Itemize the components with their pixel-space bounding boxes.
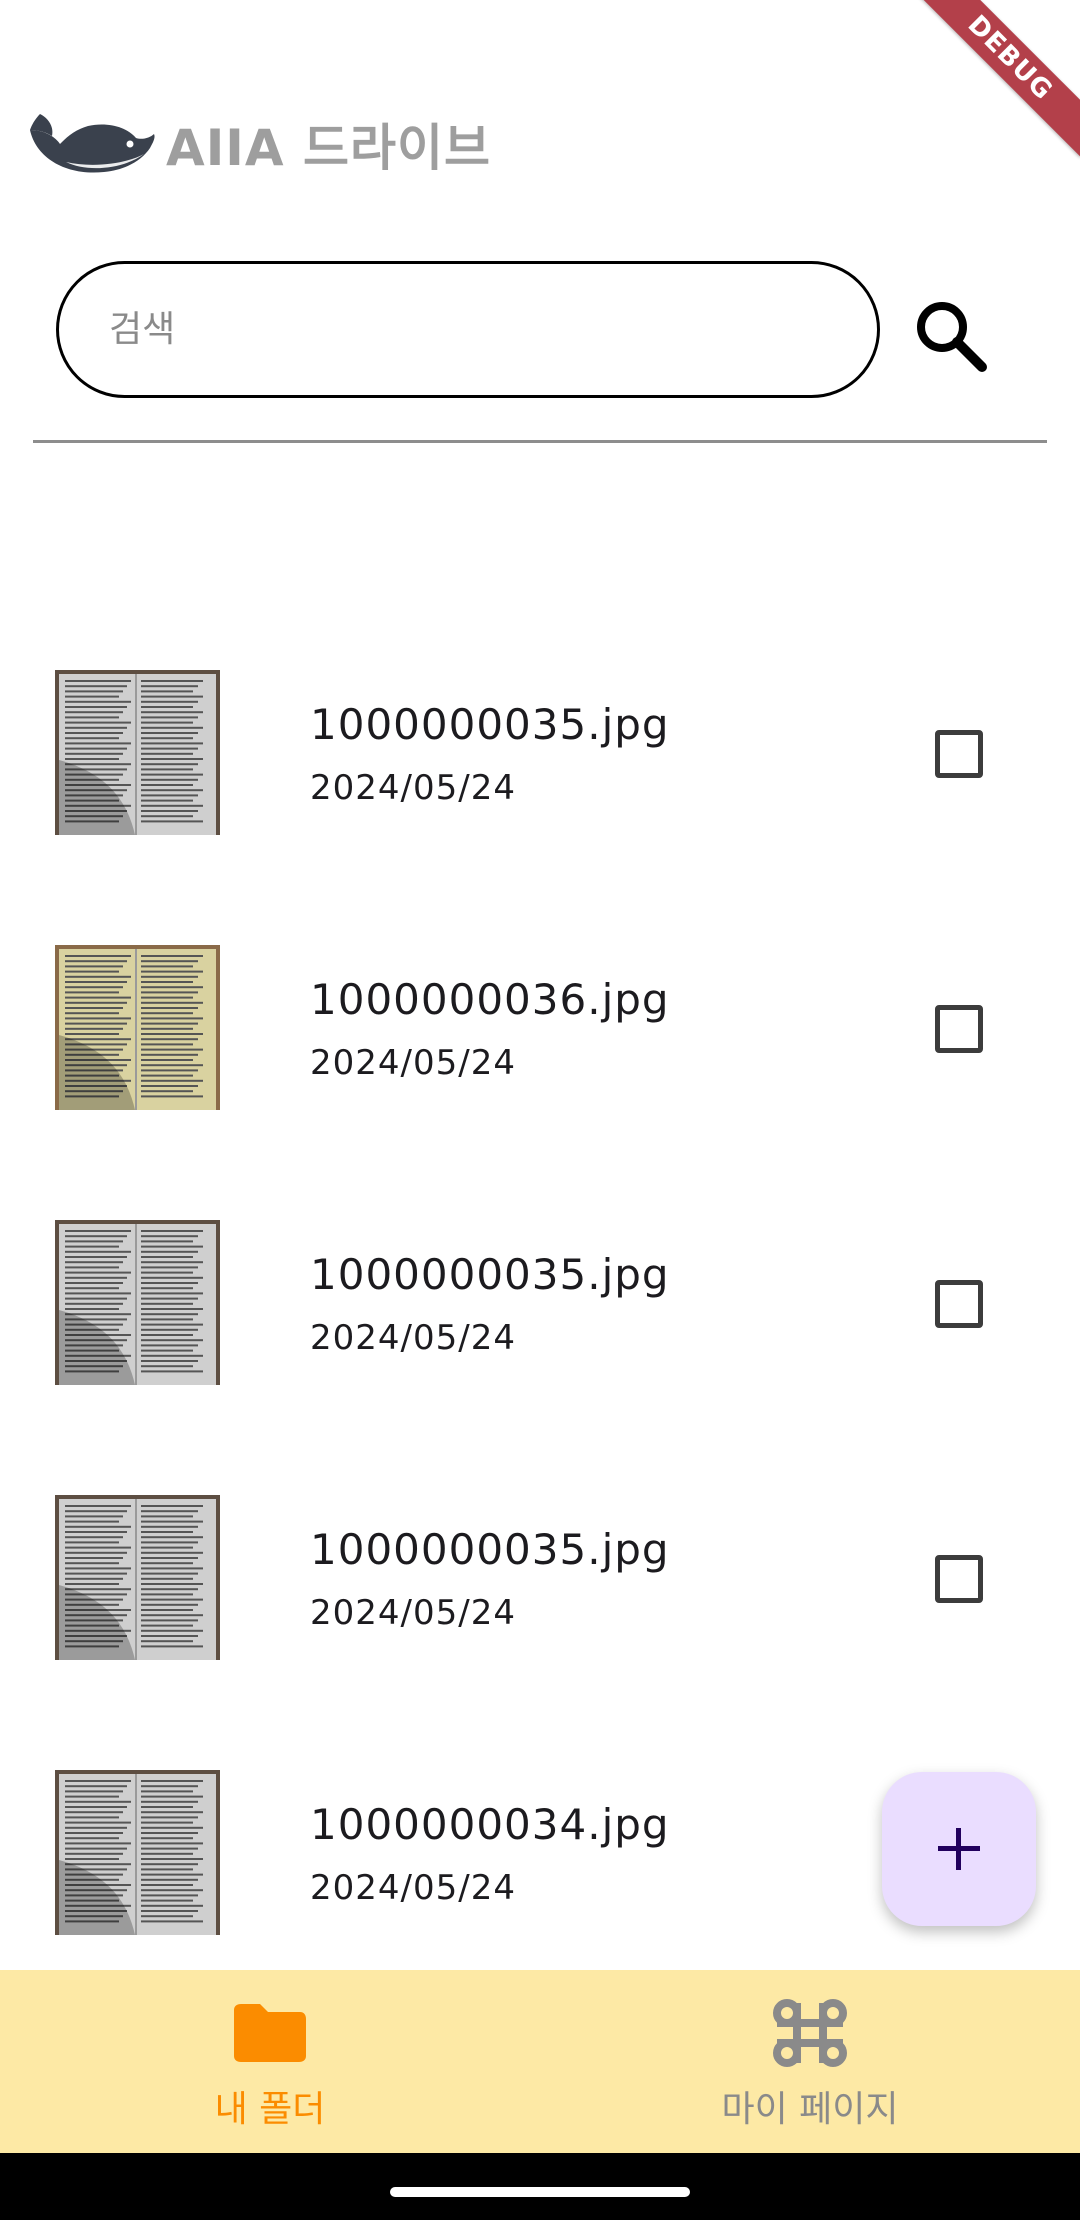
whale-logo-icon — [30, 114, 155, 173]
file-date: 2024/05/24 — [310, 768, 516, 808]
file-select-checkbox[interactable] — [935, 1555, 983, 1603]
debug-banner: DEBUG — [911, 0, 1080, 157]
file-name: 1000000035.jpg — [310, 700, 670, 749]
file-thumbnail — [55, 1220, 220, 1385]
app-header: AIIA 드라이브 — [26, 108, 491, 180]
bottom-navigation: 내 폴더 마이 페이지 — [0, 1970, 1080, 2153]
folder-icon — [230, 1998, 310, 2068]
file-name: 1000000034.jpg — [310, 1800, 670, 1849]
file-date: 2024/05/24 — [310, 1318, 516, 1358]
file-name: 1000000035.jpg — [310, 1525, 670, 1574]
file-thumbnail — [55, 945, 220, 1110]
file-select-checkbox[interactable] — [935, 1280, 983, 1328]
nav-label-my-folder: 내 폴더 — [214, 2089, 326, 2130]
home-indicator[interactable] — [390, 2187, 690, 2197]
search-input[interactable] — [56, 261, 880, 398]
file-thumbnail — [55, 1495, 220, 1660]
file-row[interactable]: 1000000035.jpg 2024/05/24 — [0, 1220, 1080, 1495]
app-title: AIIA 드라이브 — [166, 119, 492, 177]
search-button[interactable] — [900, 285, 1000, 385]
file-thumbnail — [55, 670, 220, 835]
file-row[interactable]: 1000000035.jpg 2024/05/24 — [0, 670, 1080, 945]
header-divider — [33, 440, 1047, 443]
file-name: 1000000036.jpg — [310, 975, 670, 1024]
plus-icon — [938, 1828, 980, 1870]
nav-item-my-folder[interactable]: 내 폴더 — [0, 1970, 540, 2153]
file-date: 2024/05/24 — [310, 1593, 516, 1633]
file-select-checkbox[interactable] — [935, 730, 983, 778]
search-icon — [917, 302, 987, 372]
file-row[interactable]: 1000000036.jpg 2024/05/24 — [0, 945, 1080, 1220]
file-select-checkbox[interactable] — [935, 1005, 983, 1053]
add-file-button[interactable] — [882, 1772, 1036, 1926]
file-name: 1000000035.jpg — [310, 1250, 670, 1299]
file-date: 2024/05/24 — [310, 1043, 516, 1083]
system-navigation-bar — [0, 2153, 1080, 2220]
file-row[interactable]: 1000000035.jpg 2024/05/24 — [0, 1495, 1080, 1770]
file-date: 2024/05/24 — [310, 1868, 516, 1908]
nav-item-my-page[interactable]: 마이 페이지 — [540, 1970, 1080, 2153]
command-icon — [770, 1998, 850, 2068]
file-thumbnail — [55, 1770, 220, 1935]
nav-label-my-page: 마이 페이지 — [721, 2089, 899, 2130]
